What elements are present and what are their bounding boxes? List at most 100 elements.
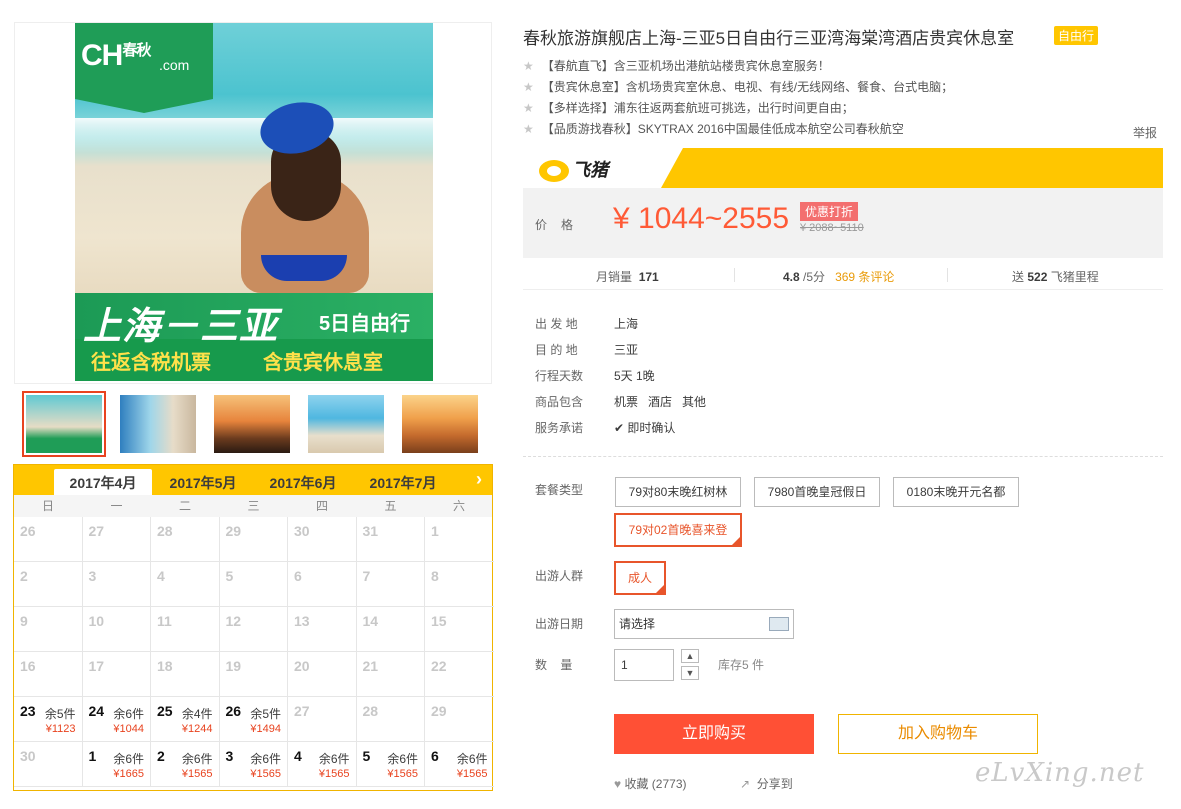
calendar-day: 17 xyxy=(82,652,151,697)
day-number: 28 xyxy=(362,703,379,719)
calendar-day[interactable]: 6 余6件 ¥1565 xyxy=(425,742,494,787)
section-divider xyxy=(523,456,1163,457)
day-price: ¥1565 xyxy=(181,768,213,780)
package-option-3[interactable]: 0180末晚开元名都 xyxy=(893,477,1019,507)
calendar-day: 29 xyxy=(219,517,288,562)
people-option-adult[interactable]: 成人 xyxy=(614,561,666,595)
thumbnail-strip xyxy=(22,391,492,457)
info-label-origin: 出 发 地 xyxy=(535,317,578,331)
day-number: 13 xyxy=(294,613,310,629)
calendar-day: 2 xyxy=(14,562,83,607)
package-option-2[interactable]: 7980首晚皇冠假日 xyxy=(754,477,880,507)
day-number: 31 xyxy=(362,523,379,539)
date-input[interactable]: 请选择 xyxy=(614,609,794,639)
thumbnail-2[interactable] xyxy=(116,391,200,457)
info-label-service: 服务承诺 xyxy=(535,421,584,435)
day-number: 1 xyxy=(88,748,97,764)
day-number: 24 xyxy=(88,703,105,719)
thumbnail-1[interactable] xyxy=(22,391,106,457)
calendar-day: 10 xyxy=(82,607,151,652)
calendar-day[interactable]: 5 余6件 ¥1565 xyxy=(356,742,425,787)
info-label-destination: 目 的 地 xyxy=(535,343,578,357)
calendar-day: 18 xyxy=(151,652,220,697)
calendar-day: 22 xyxy=(425,652,494,697)
calendar-day[interactable]: 1 余6件 ¥1665 xyxy=(82,742,151,787)
info-value-days: 5天 1晚 xyxy=(614,369,655,383)
weekday-label: 日 xyxy=(41,499,54,513)
package-option-1[interactable]: 79对80末晚红树林 xyxy=(615,477,741,507)
calendar-day: 16 xyxy=(14,652,83,697)
calendar-day[interactable]: 23 余5件 ¥1123 xyxy=(14,697,83,742)
buy-now-button[interactable]: 立即购买 xyxy=(614,714,814,754)
calendar-day[interactable]: 4 余6件 ¥1565 xyxy=(288,742,357,787)
thumbnail-5[interactable] xyxy=(398,391,482,457)
stock-note: 库存5 件 xyxy=(718,658,765,672)
day-stock: 余6件 xyxy=(387,752,418,766)
day-number: 20 xyxy=(294,658,310,674)
day-price: ¥1494 xyxy=(250,723,281,735)
tab-month-2[interactable]: 2017年5月 xyxy=(154,469,252,495)
calendar-day[interactable]: 25 余4件 ¥1244 xyxy=(151,697,220,742)
day-number: 15 xyxy=(431,613,447,629)
day-number: 23 xyxy=(20,703,36,719)
tab-month-3[interactable]: 2017年6月 xyxy=(254,469,352,495)
heart-icon: ♥ xyxy=(614,777,622,791)
calendar-day: 15 xyxy=(425,607,494,652)
day-number: 6 xyxy=(431,748,439,764)
calendar-day[interactable]: 24 余6件 ¥1044 xyxy=(82,697,151,742)
calendar-month-tabs: 2017年4月 2017年5月 2017年6月 2017年7月 › xyxy=(14,465,492,495)
package-option-4[interactable]: 79对02首晚喜来登 xyxy=(614,513,742,547)
star-icon: ★ xyxy=(523,80,534,94)
rating: 4.8 /5分 369 条评论 xyxy=(783,270,895,284)
day-number: 6 xyxy=(294,568,302,584)
calendar-day[interactable]: 2 余6件 ¥1565 xyxy=(151,742,220,787)
calendar-day: 28 xyxy=(356,697,425,742)
share-button[interactable]: ↗ 分享到 xyxy=(740,775,793,792)
calendar-day: 12 xyxy=(219,607,288,652)
mileage-points: 送 522 飞猪里程 xyxy=(1012,270,1099,284)
next-month-arrow-icon[interactable]: › xyxy=(476,469,482,490)
calendar-day: 27 xyxy=(82,517,151,562)
weekday-label: 二 xyxy=(178,499,191,513)
day-price: ¥1123 xyxy=(45,723,76,735)
calendar-day[interactable]: 3 余6件 ¥1565 xyxy=(219,742,288,787)
day-price: ¥1565 xyxy=(318,768,350,780)
calendar-day: 28 xyxy=(151,517,220,562)
info-value-origin: 上海 xyxy=(614,317,639,331)
qty-increase-icon[interactable]: ▲ xyxy=(681,649,699,663)
reviews-link[interactable]: 369 条评论 xyxy=(835,270,894,284)
thumbnail-4[interactable] xyxy=(304,391,388,457)
day-stock: 余6件 xyxy=(181,752,213,766)
thumbnail-3[interactable] xyxy=(210,391,294,457)
day-number: 18 xyxy=(157,658,173,674)
day-number: 30 xyxy=(20,748,36,764)
tab-month-4[interactable]: 2017年7月 xyxy=(354,469,452,495)
departure-calendar: 2017年4月 2017年5月 2017年6月 2017年7月 › 日 一 二 … xyxy=(13,464,494,791)
day-number: 7 xyxy=(362,568,371,584)
quantity-input[interactable]: 1 xyxy=(614,649,674,681)
add-to-cart-button[interactable]: 加入购物车 xyxy=(838,714,1038,754)
people-label: 出游人群 xyxy=(535,569,584,583)
poster-days: 5日自由行 xyxy=(319,313,411,335)
day-price: ¥1244 xyxy=(181,723,213,735)
info-value-service: ✔︎ 即时确认 xyxy=(614,421,676,435)
report-link[interactable]: 举报 xyxy=(1133,124,1157,141)
calendar-day: 1 xyxy=(425,517,494,562)
qty-decrease-icon[interactable]: ▼ xyxy=(681,666,699,680)
favorite-button[interactable]: ♥ 收藏 (2773) xyxy=(614,775,687,792)
calendar-day[interactable]: 26 余5件 ¥1494 xyxy=(219,697,288,742)
day-number: 4 xyxy=(157,568,165,584)
day-price: ¥1565 xyxy=(456,768,488,780)
day-stock: 余6件 xyxy=(250,752,281,766)
tab-month-1[interactable]: 2017年4月 xyxy=(54,469,152,495)
main-product-image[interactable]: CH春秋 .com 上海－三亚 5日自由行 往返含税机票 含贵宾休息室 xyxy=(14,22,492,384)
day-number: 17 xyxy=(88,658,105,674)
brand-logo-domain: .com xyxy=(159,57,190,73)
day-number: 21 xyxy=(362,658,379,674)
poster-tag-ticket: 往返含税机票 xyxy=(91,352,211,374)
calendar-day: 8 xyxy=(425,562,494,607)
calendar-icon[interactable] xyxy=(769,617,789,631)
check-circle-icon: ✔︎ xyxy=(614,421,625,435)
type-badge: 自由行 xyxy=(1054,26,1099,45)
day-number: 3 xyxy=(225,748,234,764)
